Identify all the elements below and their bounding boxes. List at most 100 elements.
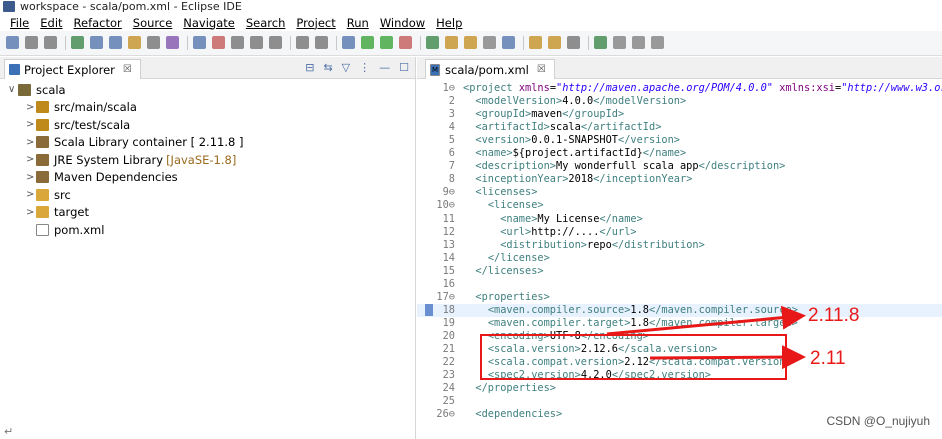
view-toolbar-icon[interactable]: —: [379, 61, 390, 74]
toolbar-button-icon[interactable]: [399, 36, 412, 49]
editor-tab-pom[interactable]: M scala/pom.xml ☒: [425, 59, 555, 79]
menu-help[interactable]: Help: [436, 16, 462, 30]
code-line[interactable]: 10⊖ <license>: [417, 199, 942, 212]
toolbar-button-icon[interactable]: [342, 36, 355, 49]
toolbar-button-icon[interactable]: [361, 36, 374, 49]
toolbar-button-icon[interactable]: [613, 36, 626, 49]
code-line[interactable]: 9⊖ <licenses>: [417, 186, 942, 199]
code-text: <distribution>repo</distribution>: [500, 238, 705, 251]
code-line[interactable]: 8 <inceptionYear>2018</inceptionYear>: [417, 173, 942, 186]
toolbar-button-icon[interactable]: [71, 36, 84, 49]
toolbar-button-icon[interactable]: [380, 36, 393, 49]
menu-source[interactable]: Source: [133, 16, 173, 30]
view-toolbar-icon[interactable]: ☐: [399, 61, 409, 74]
toolbar-button-icon[interactable]: [25, 36, 38, 49]
code-line[interactable]: 4 <artifactId>scala</artifactId>: [417, 121, 942, 134]
xml-file-icon: [36, 223, 49, 236]
line-number: 2: [448, 95, 455, 108]
tree-item[interactable]: > src: [26, 186, 71, 203]
toolbar-button-icon[interactable]: [426, 36, 439, 49]
code-line[interactable]: 5 <version>0.0.1-SNAPSHOT</version>: [417, 134, 942, 147]
toolbar-button-icon[interactable]: [128, 36, 141, 49]
toolbar-button-icon[interactable]: [90, 36, 103, 49]
toolbar-button-icon[interactable]: [502, 36, 515, 49]
view-toolbar-icon[interactable]: ⊟: [305, 61, 314, 74]
toolbar-button-icon[interactable]: [567, 36, 580, 49]
chevron-right-icon[interactable]: >: [26, 102, 36, 113]
toolbar-separator: [290, 36, 291, 50]
menu-edit[interactable]: Edit: [40, 16, 62, 30]
code-line[interactable]: 17⊖ <properties>: [417, 291, 942, 304]
toolbar-button-icon[interactable]: [296, 36, 309, 49]
project-explorer-tab[interactable]: Project Explorer ☒: [4, 59, 141, 79]
code-line[interactable]: 13 <distribution>repo</distribution>: [417, 239, 942, 252]
code-text: <description>My wonderfull scala app</de…: [475, 160, 786, 173]
toolbar-button-icon[interactable]: [250, 36, 263, 49]
code-line[interactable]: 18 <maven.compiler.source>1.8</maven.com…: [417, 303, 942, 317]
toolbar-button-icon[interactable]: [166, 36, 179, 49]
tree-item[interactable]: ∨ scala: [8, 81, 66, 98]
toolbar-button-icon[interactable]: [44, 36, 57, 49]
code-line[interactable]: 12 <url>http://....</url>: [417, 226, 942, 239]
code-line[interactable]: 16: [417, 278, 942, 291]
tree-item[interactable]: pom.xml: [26, 221, 104, 238]
close-icon[interactable]: ☒: [123, 64, 132, 75]
code-line[interactable]: 3 <groupId>maven</groupId>: [417, 108, 942, 121]
code-line[interactable]: 19 <maven.compiler.target>1.8</maven.com…: [417, 317, 942, 330]
chevron-right-icon[interactable]: >: [26, 119, 36, 130]
toolbar-button-icon[interactable]: [445, 36, 458, 49]
code-line[interactable]: 25: [417, 395, 942, 408]
toolbar-button-icon[interactable]: [6, 36, 19, 49]
tree-item[interactable]: > Scala Library container [ 2.11.8 ]: [26, 134, 243, 151]
menu-search[interactable]: Search: [246, 16, 286, 30]
tree-item-label: Scala Library container [ 2.11.8 ]: [54, 135, 244, 149]
code-line[interactable]: 11 <name>My License</name>: [417, 213, 942, 226]
tree-item[interactable]: > target: [26, 204, 89, 221]
tree-item[interactable]: > JRE System Library [JavaSE-1.8]: [26, 151, 236, 168]
line-number: 26⊖: [436, 408, 455, 421]
toolbar-button-icon[interactable]: [548, 36, 561, 49]
folder-icon: [36, 171, 49, 183]
toolbar-button-icon[interactable]: [212, 36, 225, 49]
toolbar-button-icon[interactable]: [529, 36, 542, 49]
code-line[interactable]: 6 <name>${project.artifactId}</name>: [417, 147, 942, 160]
code-line[interactable]: 7 <description>My wonderfull scala app</…: [417, 160, 942, 173]
toolbar-button-icon[interactable]: [651, 36, 664, 49]
chevron-right-icon[interactable]: >: [26, 137, 36, 148]
code-text: </properties>: [475, 382, 556, 395]
code-line[interactable]: 1⊖ <project xmlns="http://maven.apache.or…: [417, 82, 942, 95]
chevron-right-icon[interactable]: >: [26, 207, 36, 218]
view-toolbar-icon[interactable]: ▽: [342, 61, 350, 74]
toolbar-button-icon[interactable]: [594, 36, 607, 49]
menu-file[interactable]: File: [10, 16, 29, 30]
menu-window[interactable]: Window: [380, 16, 425, 30]
menu-run[interactable]: Run: [347, 16, 369, 30]
code-line[interactable]: 2 <modelVersion>4.0.0</modelVersion>: [417, 95, 942, 108]
chevron-right-icon[interactable]: >: [26, 189, 36, 200]
menu-refactor[interactable]: Refactor: [74, 16, 122, 30]
view-toolbar-icon[interactable]: ⇆: [323, 61, 332, 74]
chevron-right-icon[interactable]: >: [26, 172, 36, 183]
chevron-down-icon[interactable]: ∨: [8, 84, 18, 95]
toolbar-button-icon[interactable]: [269, 36, 282, 49]
toolbar-button-icon[interactable]: [315, 36, 328, 49]
toolbar-button-icon[interactable]: [464, 36, 477, 49]
tree-item[interactable]: > src/test/scala: [26, 116, 130, 133]
toolbar-button-icon[interactable]: [632, 36, 645, 49]
chevron-right-icon[interactable]: >: [26, 154, 36, 165]
tree-item[interactable]: > src/main/scala: [26, 99, 137, 116]
view-toolbar-icon[interactable]: ⋮: [359, 61, 370, 74]
toolbar-button-icon[interactable]: [109, 36, 122, 49]
toolbar-button-icon[interactable]: [193, 36, 206, 49]
tree-item[interactable]: > Maven Dependencies: [26, 169, 178, 186]
line-number: 17⊖: [436, 290, 455, 303]
menu-navigate[interactable]: Navigate: [183, 16, 235, 30]
code-line[interactable]: 24 </properties>: [417, 382, 942, 395]
code-line[interactable]: 15 </licenses>: [417, 265, 942, 278]
toolbar-button-icon[interactable]: [231, 36, 244, 49]
code-line[interactable]: 14 </license>: [417, 252, 942, 265]
toolbar-button-icon[interactable]: [147, 36, 160, 49]
toolbar-button-icon[interactable]: [483, 36, 496, 49]
menu-project[interactable]: Project: [296, 16, 335, 30]
close-icon[interactable]: ☒: [537, 64, 546, 75]
